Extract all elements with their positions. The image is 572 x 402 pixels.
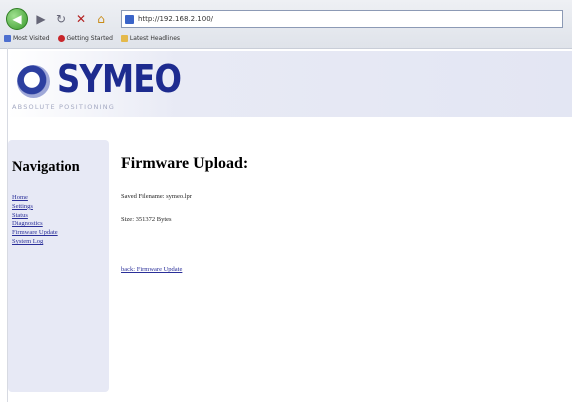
address-bar[interactable]: http://192.168.2.100/ bbox=[121, 10, 563, 28]
file-size-text: Size: 351372 Bytes bbox=[121, 216, 172, 223]
nav-link-settings[interactable]: Settings bbox=[12, 203, 33, 210]
bookmark-most-visited[interactable]: Most Visited bbox=[4, 35, 50, 42]
navigation-heading: Navigation bbox=[12, 159, 80, 175]
bookmark-latest-headlines[interactable]: Latest Headlines bbox=[120, 35, 181, 42]
bookmark-icon bbox=[4, 35, 11, 42]
forward-arrow-icon: ▶ bbox=[36, 12, 46, 26]
bookmark-label: Getting Started bbox=[66, 35, 113, 42]
nav-link-firmware-update[interactable]: Firmware Update bbox=[12, 229, 58, 236]
back-to-firmware-update-link[interactable]: back: Firmware Update bbox=[121, 266, 182, 273]
nav-buttons: ◀ ▶ ↻ ✕ ⌂ bbox=[6, 8, 111, 30]
nav-link-system-log[interactable]: System Log bbox=[12, 238, 43, 245]
bookmark-label: Most Visited bbox=[13, 35, 50, 42]
saved-filename-text: Saved Filename: symeo.lpr bbox=[121, 193, 192, 200]
logo-tagline: ABSOLUTE POSITIONING bbox=[12, 103, 115, 111]
home-button[interactable]: ⌂ bbox=[93, 11, 109, 27]
home-icon: ⌂ bbox=[97, 12, 105, 26]
nav-link-status[interactable]: Status bbox=[12, 212, 28, 219]
symeo-logo-icon bbox=[17, 65, 50, 98]
browser-toolbar: ◀ ▶ ↻ ✕ ⌂ http://192.168.2.100/ Most Vis… bbox=[0, 0, 572, 49]
firefox-icon bbox=[57, 35, 65, 42]
rss-folder-icon bbox=[120, 35, 128, 42]
back-arrow-icon: ◀ bbox=[12, 12, 22, 26]
forward-button[interactable]: ▶ bbox=[33, 11, 49, 27]
page-favicon-icon bbox=[125, 14, 134, 24]
stop-button[interactable]: ✕ bbox=[73, 11, 89, 27]
bookmark-getting-started[interactable]: Getting Started bbox=[57, 35, 113, 42]
reload-button[interactable]: ↻ bbox=[53, 11, 69, 27]
page-title: Firmware Upload: bbox=[121, 155, 249, 172]
navigation-links: Home Settings Status Diagnostics Firmwar… bbox=[12, 194, 58, 247]
reload-icon: ↻ bbox=[55, 12, 67, 26]
back-button[interactable]: ◀ bbox=[6, 8, 28, 30]
stop-icon: ✕ bbox=[75, 12, 87, 26]
page-header: SYMEO ABSOLUTE POSITIONING bbox=[8, 51, 572, 117]
bookmarks-bar: Most Visited Getting Started Latest Head… bbox=[4, 35, 180, 42]
logo-wordmark: SYMEO bbox=[57, 57, 182, 101]
bookmark-label: Latest Headlines bbox=[129, 35, 181, 42]
address-bar-url: http://192.168.2.100/ bbox=[138, 15, 214, 23]
navigation-sidebar: Navigation Home Settings Status Diagnost… bbox=[8, 140, 109, 392]
nav-link-home[interactable]: Home bbox=[12, 194, 28, 201]
nav-link-diagnostics[interactable]: Diagnostics bbox=[12, 220, 43, 227]
